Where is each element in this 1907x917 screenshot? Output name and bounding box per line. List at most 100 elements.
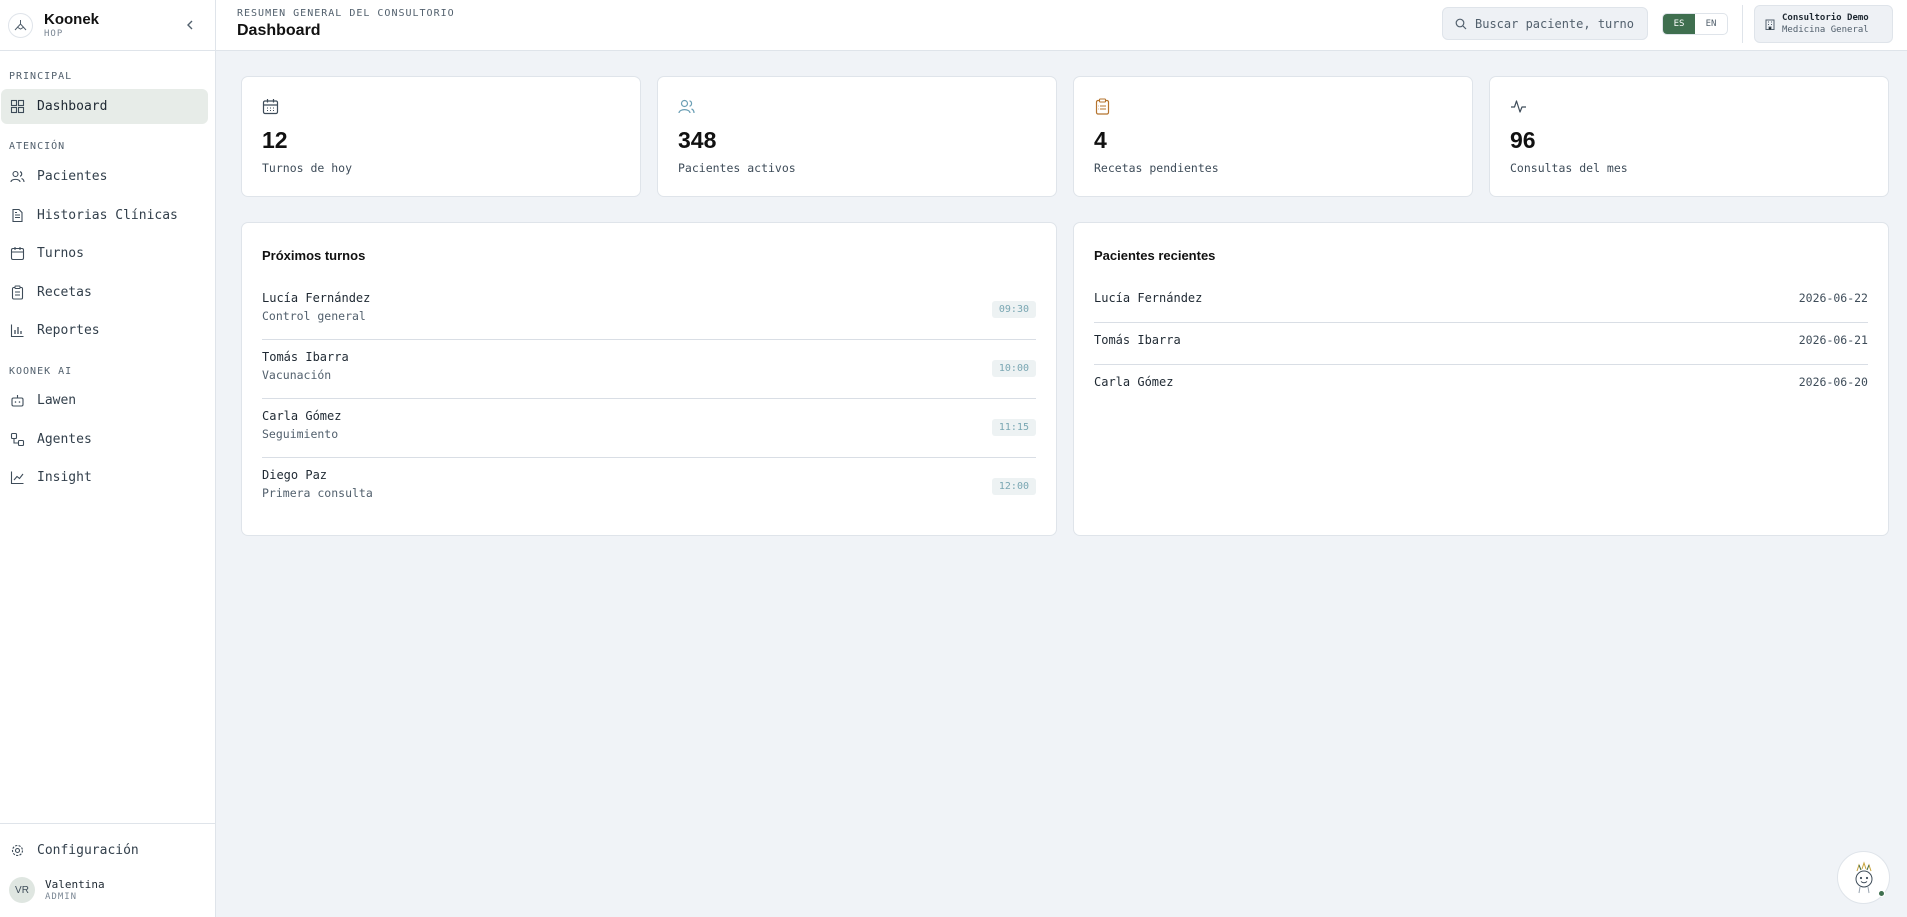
sidebar-item-label: Reportes [37,323,100,338]
time-badge: 10:00 [991,360,1036,377]
search-icon [1455,18,1467,29]
sidebar-footer: Configuración VR Valentina ADMIN [0,823,215,917]
stat-card-pacientes-activos: 348 Pacientes activos [657,76,1057,197]
patient-name: Carla Gómez [262,409,342,423]
grid-icon [10,99,25,114]
list-item[interactable]: Tomás Ibarra Vacunación 10:00 [262,340,1036,399]
lang-en-button[interactable]: EN [1695,14,1727,34]
sidebar-item-label: Lawen [37,393,77,408]
brand-name: Koonek [44,10,100,28]
list-item[interactable]: Carla Gómez 2026-06-20 [1094,365,1868,407]
visit-date: 2026-06-22 [1798,291,1868,305]
time-badge: 12:00 [991,478,1036,495]
time-badge: 11:15 [991,419,1036,436]
sidebar-item-label: Agentes [37,432,92,447]
stat-value: 348 [678,127,717,153]
organization-switcher[interactable]: Consultorio Demo Medicina General [1754,5,1893,43]
sidebar-item-label: Insight [37,470,92,485]
users-icon [678,99,695,114]
sidebar-item-reportes[interactable]: Reportes [1,313,208,348]
sidebar-item-recetas[interactable]: Recetas [1,275,208,310]
organization-name: Consultorio Demo [1782,12,1869,23]
file-text-icon [12,208,23,223]
stat-value: 4 [1094,127,1107,153]
sidebar-item-lawen[interactable]: Lawen [1,383,208,418]
bot-icon [11,395,24,407]
koonek-logo-icon [8,12,33,38]
section-label-koonek-ai: KOONEK AI [9,366,73,377]
patient-name: Diego Paz [262,468,328,482]
page-title: Dashboard [237,22,321,39]
sidebar-item-configuracion[interactable]: Configuración [1,833,208,868]
sidebar-item-insight[interactable]: Insight [1,460,208,495]
stat-card-consultas-mes: 96 Consultas del mes [1489,76,1889,197]
list-item[interactable]: Carla Gómez Seguimiento 11:15 [262,399,1036,458]
collapse-sidebar-button[interactable] [183,18,197,32]
sidebar-item-label: Pacientes [37,169,108,184]
assistant-mascot-icon [1855,860,1872,893]
user-name: Valentina [45,877,105,891]
language-toggle[interactable]: ES EN [1662,13,1728,35]
clipboard-icon [11,285,24,300]
stat-value: 96 [1510,127,1536,153]
list-item[interactable]: Lucía Fernández Control general 09:30 [262,281,1036,340]
line-chart-icon [10,471,24,485]
brand-sub: HOP [44,28,64,39]
sidebar-item-dashboard[interactable]: Dashboard [1,89,208,124]
stat-card-recetas-pendientes: 4 Recetas pendientes [1073,76,1473,197]
bar-chart-icon [10,324,24,338]
stat-card-turnos-hoy: 12 Turnos de hoy [241,76,641,197]
panel-title: Pacientes recientes [1094,248,1216,263]
sidebar-item-label: Turnos [37,246,84,261]
list-item[interactable]: Tomás Ibarra 2026-06-21 [1094,323,1868,365]
appointment-reason: Vacunación [262,368,332,382]
search-input[interactable] [1475,16,1645,31]
panel-pacientes-recientes: Pacientes recientes Lucía Fernández 2026… [1073,222,1889,536]
calendar-icon [10,247,25,261]
panel-proximos-turnos: Próximos turnos Lucía Fernández Control … [241,222,1057,536]
visit-date: 2026-06-21 [1798,333,1868,347]
section-label-atencion: ATENCIÓN [9,141,66,152]
sidebar-item-agentes[interactable]: Agentes [1,422,208,457]
workflow-icon [10,432,25,447]
sidebar: Koonek HOP PRINCIPAL Dashboard ATENCIÓN … [0,0,216,917]
patient-name: Lucía Fernández [262,291,371,305]
sidebar-item-label: Recetas [37,285,92,300]
sidebar-item-historias-clinicas[interactable]: Historias Clínicas [1,198,208,233]
stat-value: 12 [262,127,288,153]
page-kicker: RESUMEN GENERAL DEL CONSULTORIO [237,8,455,19]
visit-date: 2026-06-20 [1798,375,1868,389]
search-box[interactable] [1442,7,1648,40]
top-header: RESUMEN GENERAL DEL CONSULTORIO Dashboar… [216,0,1907,51]
brand: Koonek HOP [0,0,215,51]
stat-label: Recetas pendientes [1094,161,1219,175]
patient-name: Lucía Fernández [1094,291,1203,305]
header-divider [1742,5,1743,43]
assistant-launcher-button[interactable] [1837,851,1890,904]
online-status-dot [1878,890,1885,897]
avatar: VR [9,877,35,903]
calendar-icon [262,99,279,115]
sidebar-item-label: Historias Clínicas [37,208,178,223]
patient-name: Tomás Ibarra [262,350,349,364]
list-item[interactable]: Diego Paz Primera consulta 12:00 [262,458,1036,517]
stat-label: Pacientes activos [678,161,796,175]
stat-label: Consultas del mes [1510,161,1628,175]
user-role: ADMIN [45,891,78,902]
time-badge: 09:30 [991,301,1036,318]
lang-es-button[interactable]: ES [1663,14,1695,34]
sidebar-item-pacientes[interactable]: Pacientes [1,159,208,194]
section-label-principal: PRINCIPAL [9,71,73,82]
users-icon [10,170,25,183]
user-profile[interactable]: VR Valentina ADMIN [9,877,105,903]
organization-specialty: Medicina General [1782,24,1869,35]
sidebar-item-turnos[interactable]: Turnos [1,236,208,271]
sidebar-item-label: Dashboard [37,99,108,114]
list-item[interactable]: Lucía Fernández 2026-06-22 [1094,281,1868,323]
appointment-reason: Primera consulta [262,486,373,500]
patient-name: Carla Gómez [1094,375,1174,389]
sidebar-item-label: Configuración [37,843,139,858]
activity-icon [1511,100,1526,113]
appointment-reason: Seguimiento [262,427,339,441]
gear-icon [11,844,24,857]
